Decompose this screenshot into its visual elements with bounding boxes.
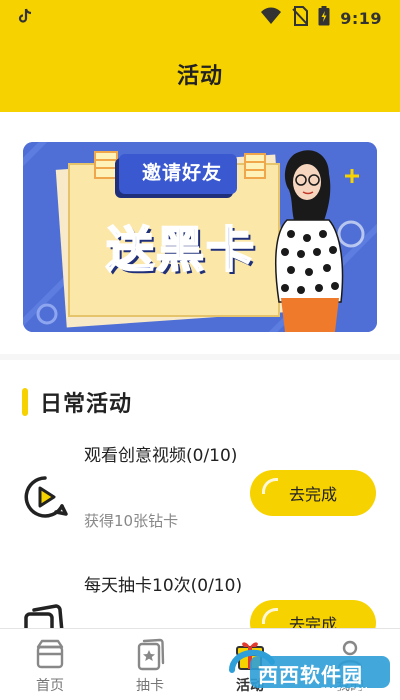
nav-item-draw-card[interactable]: 抽卡 <box>100 629 200 700</box>
battery-icon <box>318 6 330 30</box>
status-bar: 9:19 <box>0 0 400 36</box>
status-time: 9:19 <box>340 8 382 28</box>
app-header: 活动 <box>0 36 400 112</box>
banner-title-line1: 邀请好友 <box>141 162 222 184</box>
button-label: 去完成 <box>288 485 337 504</box>
daily-activities-section: 日常活动 观看创意视频(0/10) 获得10张钻卡 去完成 每天抽卡10次(0/… <box>0 360 400 628</box>
task-title: 每天抽卡10次(0/10) <box>84 576 243 596</box>
watermark-subtext: CR173.COM <box>320 686 368 695</box>
button-label: 去完成 <box>288 615 337 628</box>
nav-label: 首页 <box>36 678 64 694</box>
nav-label: 抽卡 <box>136 678 164 694</box>
content-area[interactable]: 邀请好友 送黑卡 日常活动 观看创意视频(0/10) 获得10张钻卡 去完成 每… <box>0 112 400 628</box>
section-header: 日常活动 <box>22 386 132 418</box>
banner-section: 邀请好友 送黑卡 <box>0 112 400 354</box>
section-title: 日常活动 <box>40 392 133 417</box>
invite-banner[interactable]: 邀请好友 送黑卡 <box>23 142 377 332</box>
task-item: 观看创意视频(0/10) 获得10张钻卡 去完成 <box>0 444 400 564</box>
card-stack-icon <box>22 602 68 628</box>
nav-item-home[interactable]: 首页 <box>0 629 100 700</box>
star-card-icon <box>137 638 165 671</box>
go-complete-button[interactable]: 去完成 <box>250 470 376 516</box>
wifi-icon <box>260 7 282 29</box>
home-box-icon <box>36 639 64 669</box>
section-accent-bar <box>22 388 28 416</box>
banner-title-line2: 送黑卡 <box>105 221 256 279</box>
button-shine <box>262 478 278 494</box>
play-circle-icon <box>22 474 68 520</box>
page-title: 活动 <box>176 64 223 89</box>
watermark: 西西软件园 CR173.COM <box>228 640 396 696</box>
task-item: 每天抽卡10次(0/10) 去完成 <box>0 574 400 628</box>
go-complete-button[interactable]: 去完成 <box>250 600 376 628</box>
tiktok-icon <box>18 8 32 28</box>
watermark-text: 西西软件园 <box>258 663 363 687</box>
button-shine <box>262 608 278 624</box>
no-sim-icon <box>292 6 309 30</box>
task-title: 观看创意视频(0/10) <box>84 446 238 466</box>
task-reward: 获得10张钻卡 <box>84 512 179 530</box>
